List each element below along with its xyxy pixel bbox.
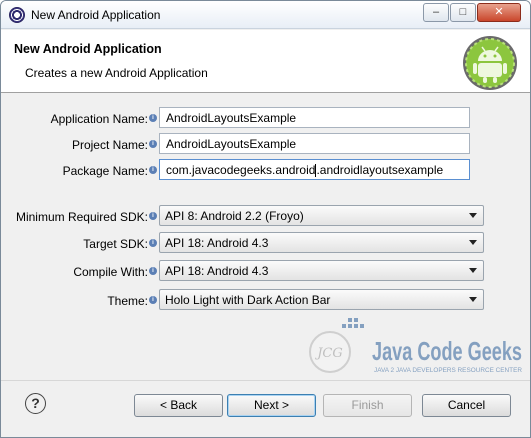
new-android-application-dialog: New Android Application – □ ✕ New Androi…	[0, 0, 531, 438]
wizard-subtitle: Creates a new Android Application	[25, 66, 208, 80]
finish-button[interactable]: Finish	[323, 394, 412, 417]
android-logo-icon	[463, 36, 517, 90]
help-button[interactable]: ?	[25, 393, 46, 414]
wizard-title: New Android Application	[14, 42, 162, 56]
theme-value: Holo Light with Dark Action Bar	[165, 293, 331, 307]
title-bar[interactable]: New Android Application – □ ✕	[1, 1, 530, 29]
watermark-name: Java Code Geeks	[372, 336, 522, 366]
cancel-button[interactable]: Cancel	[422, 394, 511, 417]
application-name-input[interactable]: AndroidLayoutsExample	[159, 107, 470, 128]
java-code-geeks-watermark: JCG Java Code Geeks JAVA 2 JAVA DEVELOPE…	[309, 318, 522, 374]
next-button[interactable]: Next >	[227, 394, 316, 417]
eclipse-icon	[9, 7, 25, 23]
target-sdk-value: API 18: Android 4.3	[165, 236, 269, 250]
target-sdk-label: Target SDK:	[83, 237, 148, 251]
close-button[interactable]: ✕	[477, 3, 521, 22]
min-sdk-label: Minimum Required SDK:	[15, 210, 148, 224]
compile-with-value: API 18: Android 4.3	[165, 264, 269, 278]
package-name-input[interactable]: com.javacodegeeks.android.androidlayouts…	[159, 159, 470, 180]
project-name-label: Project Name:	[71, 138, 148, 152]
wizard-header: New Android Application Creates a new An…	[1, 30, 530, 93]
watermark-badge: JCG	[314, 346, 343, 361]
info-icon: i	[149, 267, 157, 275]
min-sdk-value: API 8: Android 2.2 (Froyo)	[165, 209, 304, 223]
minimize-button[interactable]: –	[423, 3, 449, 22]
theme-label: Theme:	[107, 294, 148, 308]
chevron-down-icon	[469, 213, 477, 218]
target-sdk-select[interactable]: API 18: Android 4.3	[159, 232, 484, 253]
info-icon: i	[149, 140, 157, 148]
application-name-label: Application Name:	[50, 112, 148, 126]
package-name-value-start: com.javacodegeeks.android	[166, 163, 316, 177]
package-name-label: Package Name:	[62, 164, 148, 178]
watermark-tagline: JAVA 2 JAVA DEVELOPERS RESOURCE CENTER	[374, 367, 522, 374]
chevron-down-icon	[469, 297, 477, 302]
project-name-input[interactable]: AndroidLayoutsExample	[159, 133, 470, 154]
info-icon: i	[149, 296, 157, 304]
info-icon: i	[149, 166, 157, 174]
min-sdk-select[interactable]: API 8: Android 2.2 (Froyo)	[159, 205, 484, 226]
footer-divider	[1, 380, 530, 381]
maximize-button[interactable]: □	[450, 3, 476, 22]
chevron-down-icon	[469, 240, 477, 245]
chevron-down-icon	[469, 268, 477, 273]
back-button[interactable]: < Back	[134, 394, 223, 417]
info-icon: i	[149, 212, 157, 220]
info-icon: i	[149, 239, 157, 247]
package-name-value-end: .androidlayoutsexample	[316, 163, 444, 177]
theme-select[interactable]: Holo Light with Dark Action Bar	[159, 289, 484, 310]
window-title: New Android Application	[31, 8, 161, 22]
compile-with-label: Compile With:	[73, 265, 148, 279]
info-icon: i	[149, 114, 157, 122]
compile-with-select[interactable]: API 18: Android 4.3	[159, 260, 484, 281]
